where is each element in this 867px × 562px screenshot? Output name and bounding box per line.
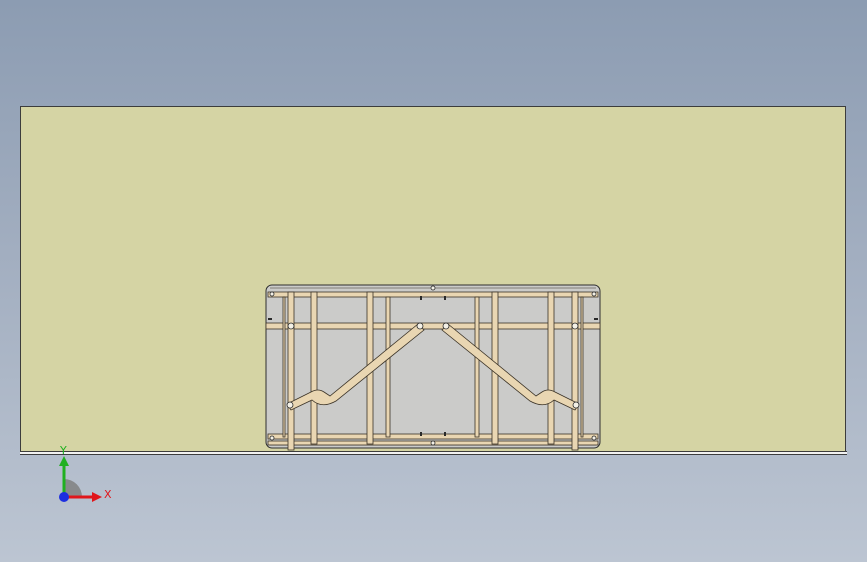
post-center-left	[385, 296, 391, 438]
post-right-inner	[547, 291, 555, 445]
x-axis-arrow	[92, 492, 102, 502]
frame-assembly[interactable]	[265, 284, 601, 451]
post-right-outer	[571, 291, 579, 451]
strut-right	[580, 296, 584, 438]
post-center-right	[474, 296, 480, 438]
model-canvas: Y X	[59, 284, 601, 502]
graphics-viewport[interactable]: Y X	[0, 0, 867, 562]
y-axis-label: Y	[59, 444, 67, 457]
strut-left	[282, 296, 286, 438]
post-left-outer	[287, 291, 295, 451]
post-left-inner	[310, 291, 318, 445]
x-axis-label: X	[104, 488, 112, 501]
y-axis-arrow	[59, 456, 69, 466]
z-axis-dot	[59, 492, 69, 502]
reference-triad: Y X	[59, 444, 112, 502]
